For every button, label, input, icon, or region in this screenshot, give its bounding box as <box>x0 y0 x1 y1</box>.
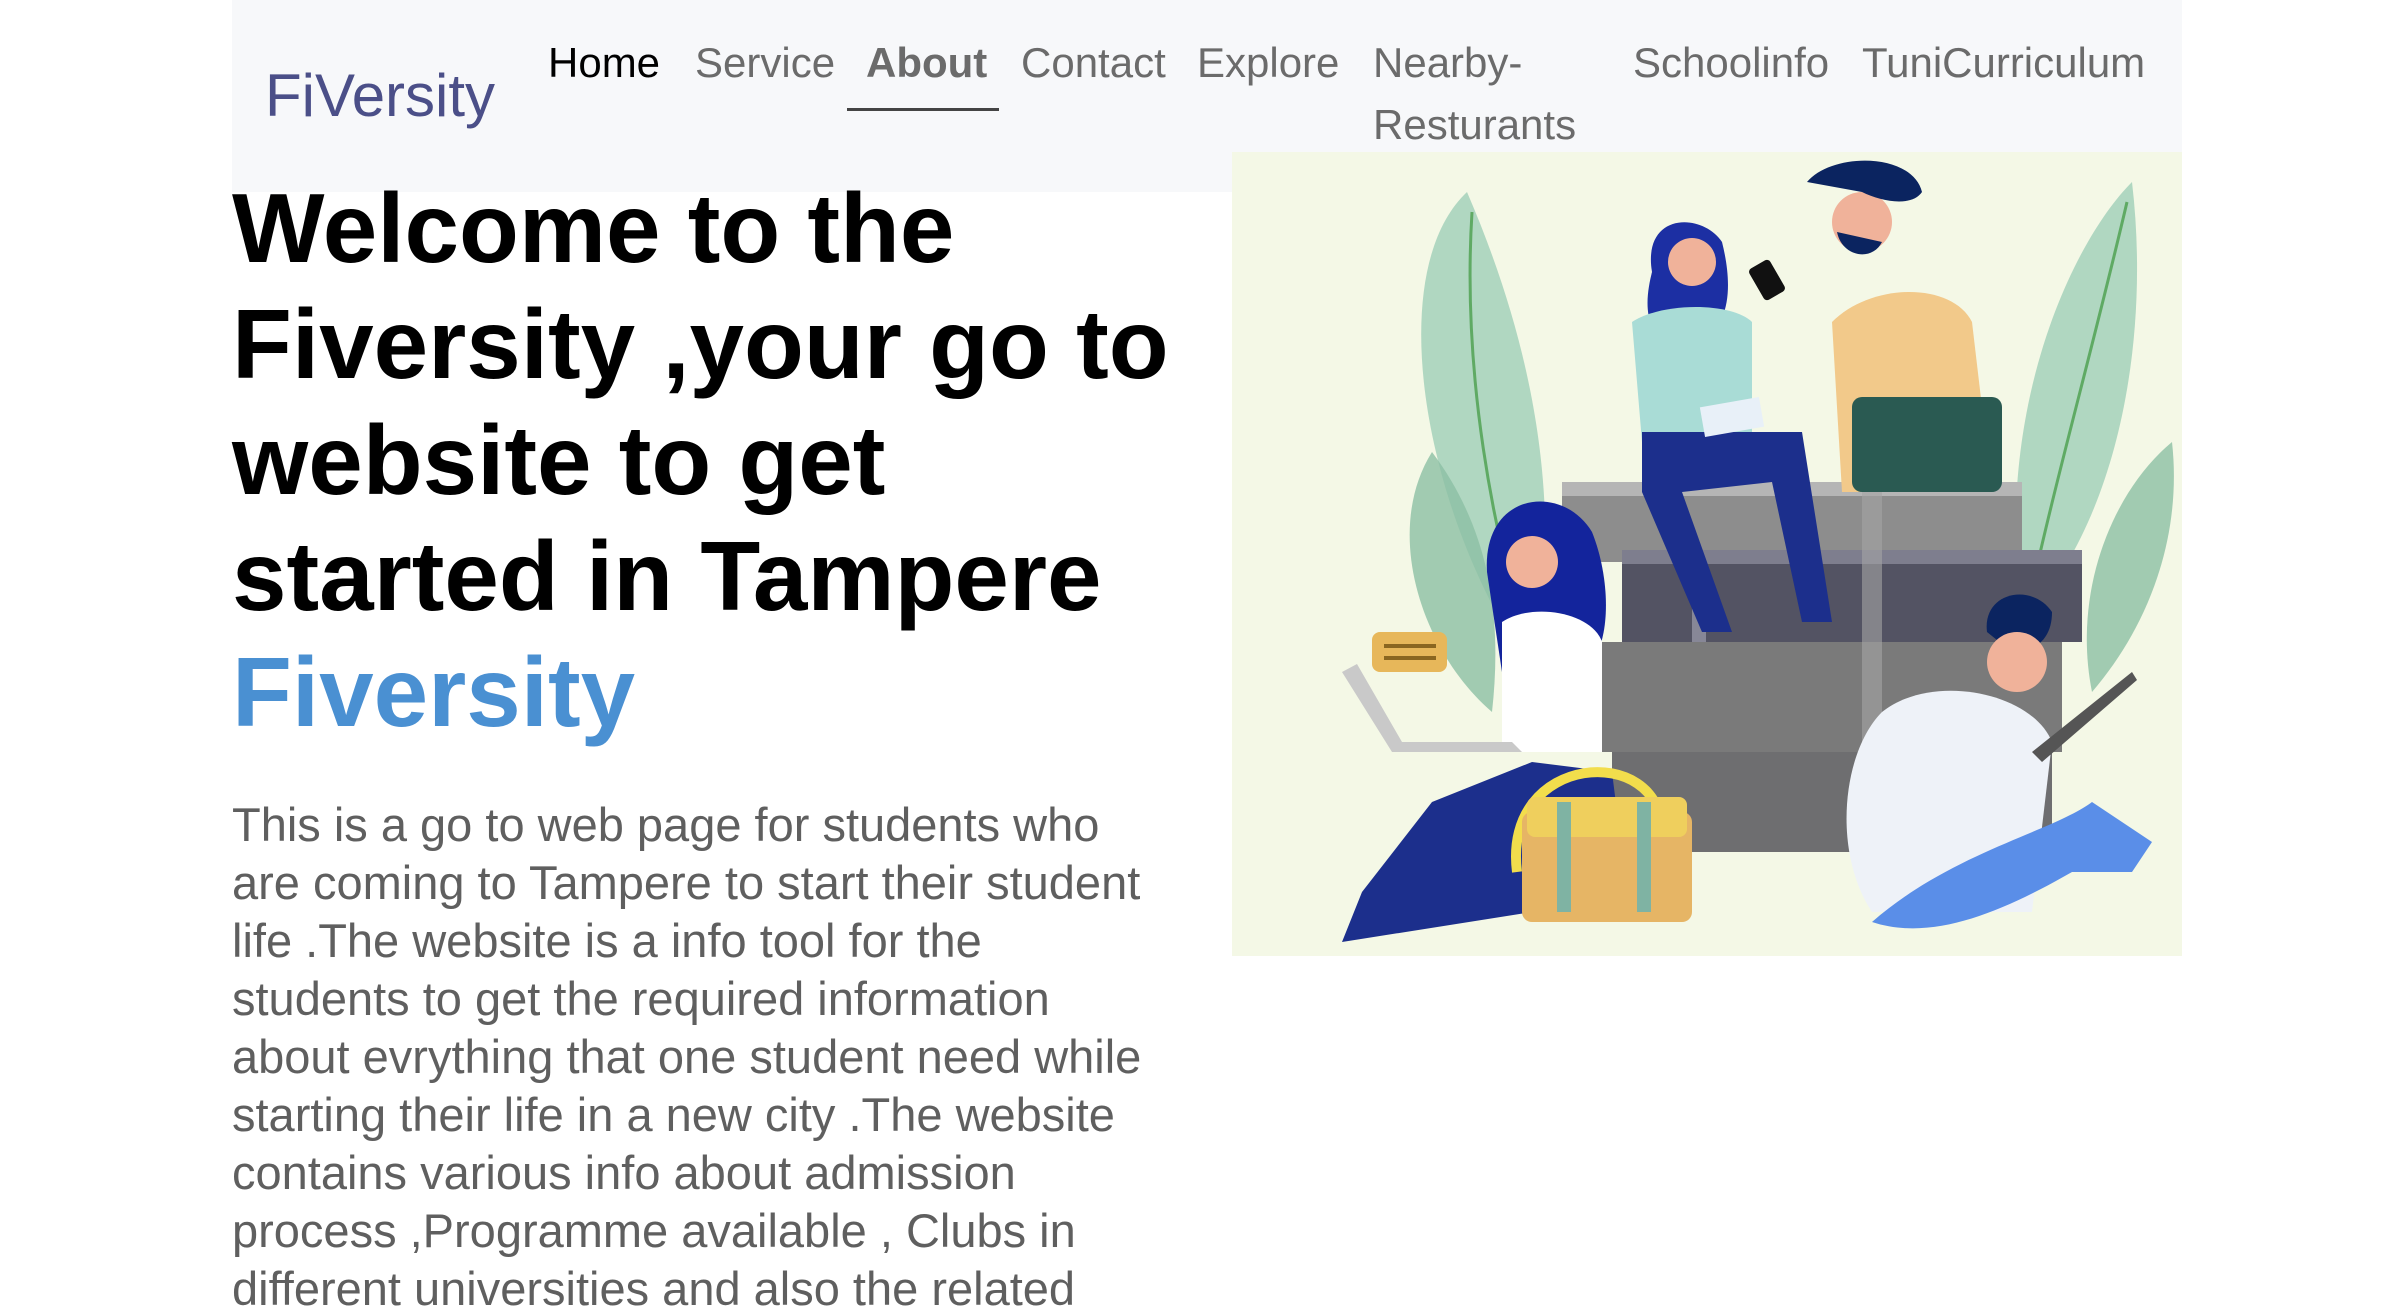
nav-about[interactable]: About <box>866 32 987 94</box>
hero-title-line: started in Tampere <box>232 521 1102 631</box>
hero-description-line: This is a go to web page for students wh… <box>232 798 1100 851</box>
brand-logo[interactable]: FiVersity <box>265 56 495 136</box>
nav-nearby-restaurants[interactable]: Nearby- Resturants <box>1373 32 1576 156</box>
chat-bubble-line <box>1384 644 1436 648</box>
hero-description-line: process ,Programme available , Clubs in <box>232 1204 1076 1257</box>
hero-description-line: different universities and also the rela… <box>232 1262 1076 1308</box>
hero-description-line: life .The website is a info tool for the <box>232 914 982 967</box>
hero-description-line: contains various info about admission <box>232 1146 1016 1199</box>
nav-nearby-restaurants-line1: Nearby- <box>1373 39 1523 86</box>
nav-nearby-restaurants-line2: Resturants <box>1373 101 1577 148</box>
hero-title-line: website to get <box>232 405 886 515</box>
sitting-man-head <box>1987 632 2047 692</box>
nav-explore[interactable]: Explore <box>1197 32 1339 94</box>
hero-description-line: students to get the required information <box>232 972 1050 1025</box>
man-bag <box>1852 397 2002 492</box>
laptop-woman-shirt <box>1502 611 1602 752</box>
yellow-bag-strap <box>1637 802 1651 912</box>
hero-description-line: about evrything that one student need wh… <box>232 1030 1142 1083</box>
page: FiVersity Home Service About Contact Exp… <box>0 0 2400 1308</box>
hero-title-line: Fiversity ,your go to <box>232 289 1169 399</box>
hero-description-line: starting their life in a new city .The w… <box>232 1088 1115 1141</box>
nav-tunicurriculum[interactable]: TuniCurriculum <box>1862 32 2145 94</box>
laptop-woman-head <box>1506 536 1558 588</box>
nav-home[interactable]: Home <box>548 32 660 94</box>
hero-title: Welcome to the Fiversity ,your go to web… <box>232 170 1232 750</box>
phone <box>1749 259 1785 301</box>
nav-service[interactable]: Service <box>695 32 835 94</box>
laptop <box>1342 664 1522 752</box>
chat-bubble-line <box>1384 656 1436 660</box>
hero-accent-word: Fiversity <box>232 637 636 747</box>
students-illustration-svg <box>1342 160 2174 942</box>
hero-description: This is a go to web page for students wh… <box>232 796 1141 1308</box>
hero-title-line: Welcome to the <box>232 173 955 283</box>
nav-contact[interactable]: Contact <box>1021 32 1166 94</box>
students-studying-illustration <box>1232 152 2182 956</box>
hero-description-line: are coming to Tampere to start their stu… <box>232 856 1141 909</box>
yellow-bag-strap <box>1557 802 1571 912</box>
yellow-bag-flap <box>1527 797 1687 837</box>
nav-active-underline <box>847 108 999 111</box>
nav-schoolinfo[interactable]: Schoolinfo <box>1633 32 1829 94</box>
woman-head <box>1668 238 1716 286</box>
chat-bubble <box>1372 632 1447 672</box>
